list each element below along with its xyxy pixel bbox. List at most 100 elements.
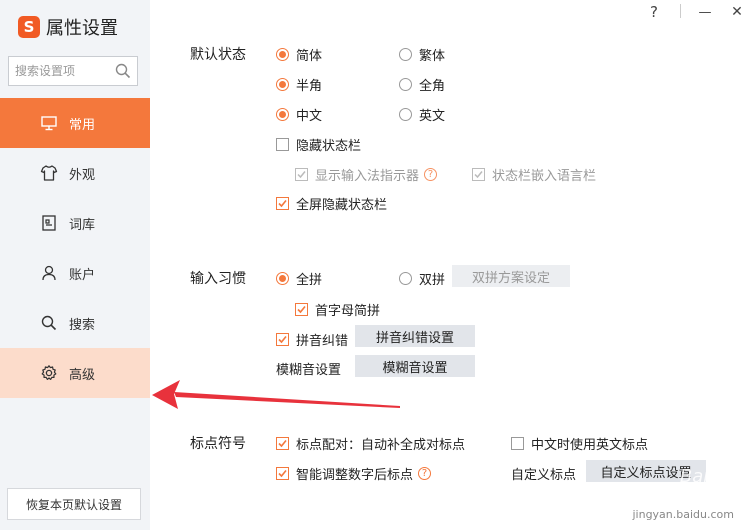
checkbox-hide-status-bar-control[interactable]: [276, 138, 289, 151]
checkbox-embed-lang-bar[interactable]: 状态栏嵌入语言栏: [472, 165, 596, 184]
check-icon: [278, 199, 287, 208]
sogou-logo-icon: S: [18, 16, 40, 38]
checkbox-smart-number[interactable]: 智能调整数字后标点 ?: [276, 464, 432, 483]
sidebar-item-search[interactable]: 搜索: [0, 298, 150, 348]
checkbox-auto-pair[interactable]: 标点配对：自动补全成对标点: [276, 434, 465, 453]
checkbox-auto-pair-control[interactable]: [276, 437, 289, 450]
radio-full-width[interactable]: 全角: [399, 75, 445, 94]
sidebar-item-label: 常用: [69, 118, 96, 133]
radio-english-control[interactable]: [399, 108, 412, 121]
radio-traditional[interactable]: 繁体: [399, 45, 445, 64]
book-icon: [42, 215, 56, 231]
checkbox-pinyin-correct-control[interactable]: [276, 333, 289, 346]
app-logo: S 属性设置: [18, 14, 118, 40]
radio-chinese[interactable]: 中文: [276, 105, 322, 124]
sidebar-item-label: 账户: [69, 268, 96, 283]
checkbox-show-indicator[interactable]: 显示输入法指示器 ?: [295, 165, 438, 184]
checkbox-english-in-chinese-label: 中文时使用英文标点: [531, 438, 649, 453]
help-button[interactable]: ?: [646, 0, 662, 24]
radio-quanpin-label: 全拼: [296, 273, 323, 288]
custom-punct-label: 自定义标点: [511, 468, 577, 483]
checkbox-show-indicator-control[interactable]: [295, 168, 308, 181]
user-icon: [42, 265, 56, 281]
restore-defaults-button[interactable]: 恢复本页默认设置: [7, 488, 141, 520]
checkbox-show-indicator-label: 显示输入法指示器: [315, 169, 420, 184]
radio-english[interactable]: 英文: [399, 105, 445, 124]
sidebar-item-label: 高级: [69, 368, 96, 383]
checkbox-pinyin-correct[interactable]: 拼音纠错: [276, 330, 348, 349]
sidebar-item-label: 外观: [69, 168, 96, 183]
check-icon: [474, 171, 483, 179]
pinyin-correct-settings-button[interactable]: 拼音纠错设置: [355, 325, 475, 347]
checkbox-pinyin-correct-label: 拼音纠错: [296, 334, 349, 349]
checkbox-embed-lang-bar-control[interactable]: [472, 168, 485, 181]
help-icon[interactable]: ?: [418, 467, 432, 480]
shirt-icon: [40, 165, 58, 181]
checkbox-initial-abbrev[interactable]: 首字母简拼: [295, 300, 380, 319]
radio-half-width-label: 半角: [296, 79, 323, 94]
radio-simplified-label: 简体: [296, 49, 323, 64]
check-icon: [278, 439, 287, 448]
section-default-state: 默认状态: [190, 47, 246, 63]
radio-chinese-control[interactable]: [276, 108, 289, 121]
checkbox-fullscreen-hide[interactable]: 全屏隐藏状态栏: [276, 194, 387, 213]
minimize-button[interactable]: —: [694, 0, 716, 24]
radio-simplified[interactable]: 简体: [276, 45, 322, 64]
fuzzy-label: 模糊音设置: [276, 363, 342, 378]
check-icon: [278, 335, 287, 344]
checkbox-initial-abbrev-control[interactable]: [295, 303, 308, 316]
check-icon: [278, 469, 287, 478]
checkbox-fullscreen-hide-control[interactable]: [276, 197, 289, 210]
checkbox-smart-number-label: 智能调整数字后标点: [296, 468, 414, 483]
checkbox-hide-status-bar[interactable]: 隐藏状态栏: [276, 135, 361, 154]
close-button[interactable]: ✕: [726, 0, 748, 24]
search-input[interactable]: [13, 63, 117, 79]
radio-half-width-control[interactable]: [276, 78, 289, 91]
radio-simplified-control[interactable]: [276, 48, 289, 61]
radio-shuangpin[interactable]: 双拼: [399, 269, 445, 288]
section-punctuation: 标点符号: [190, 436, 246, 452]
window-title: 属性设置: [46, 18, 118, 39]
gear-icon: [41, 365, 57, 380]
radio-english-label: 英文: [419, 109, 446, 124]
sidebar-item-appearance[interactable]: 外观: [0, 148, 150, 198]
radio-quanpin[interactable]: 全拼: [276, 269, 322, 288]
sidebar-item-advanced[interactable]: 高级: [0, 348, 150, 398]
checkbox-hide-status-bar-label: 隐藏状态栏: [296, 139, 362, 154]
sidebar-item-common[interactable]: 常用: [0, 98, 150, 148]
sidebar-item-label: 词库: [69, 218, 96, 233]
shuangpin-scheme-button[interactable]: 双拼方案设定: [452, 265, 570, 287]
sidebar-item-label: 搜索: [69, 318, 96, 333]
monitor-icon: [41, 116, 57, 131]
watermark: Bai 经验: [679, 466, 750, 487]
checkbox-initial-abbrev-label: 首字母简拼: [315, 304, 381, 319]
section-input-habit: 输入习惯: [190, 271, 246, 287]
checkbox-auto-pair-label: 标点配对：自动补全成对标点: [296, 438, 466, 453]
fuzzy-settings-button[interactable]: 模糊音设置: [355, 355, 475, 377]
check-icon: [297, 171, 306, 179]
radio-shuangpin-label: 双拼: [419, 273, 446, 288]
help-icon[interactable]: ?: [424, 168, 438, 181]
sidebar-item-account[interactable]: 账户: [0, 248, 150, 298]
search-icon: [41, 315, 57, 331]
search-box[interactable]: [8, 56, 138, 86]
checkbox-smart-number-control[interactable]: [276, 467, 289, 480]
radio-traditional-label: 繁体: [419, 49, 446, 64]
checkbox-embed-lang-bar-label: 状态栏嵌入语言栏: [492, 169, 597, 184]
search-icon[interactable]: [115, 63, 131, 79]
sidebar-item-dictionary[interactable]: 词库: [0, 198, 150, 248]
radio-shuangpin-control[interactable]: [399, 272, 412, 285]
checkbox-english-in-chinese[interactable]: 中文时使用英文标点: [511, 434, 648, 453]
checkbox-english-in-chinese-control[interactable]: [511, 437, 524, 450]
radio-half-width[interactable]: 半角: [276, 75, 322, 94]
watermark-url: jingyan.baidu.com: [632, 508, 734, 521]
radio-traditional-control[interactable]: [399, 48, 412, 61]
check-icon: [297, 305, 306, 314]
annotation-arrow-icon: [152, 380, 400, 409]
radio-quanpin-control[interactable]: [276, 272, 289, 285]
sidebar: S 属性设置 常用 外观 词库 账户: [0, 0, 150, 530]
radio-chinese-label: 中文: [296, 109, 323, 124]
radio-full-width-label: 全角: [419, 79, 446, 94]
radio-full-width-control[interactable]: [399, 78, 412, 91]
title-separator: [680, 4, 681, 18]
